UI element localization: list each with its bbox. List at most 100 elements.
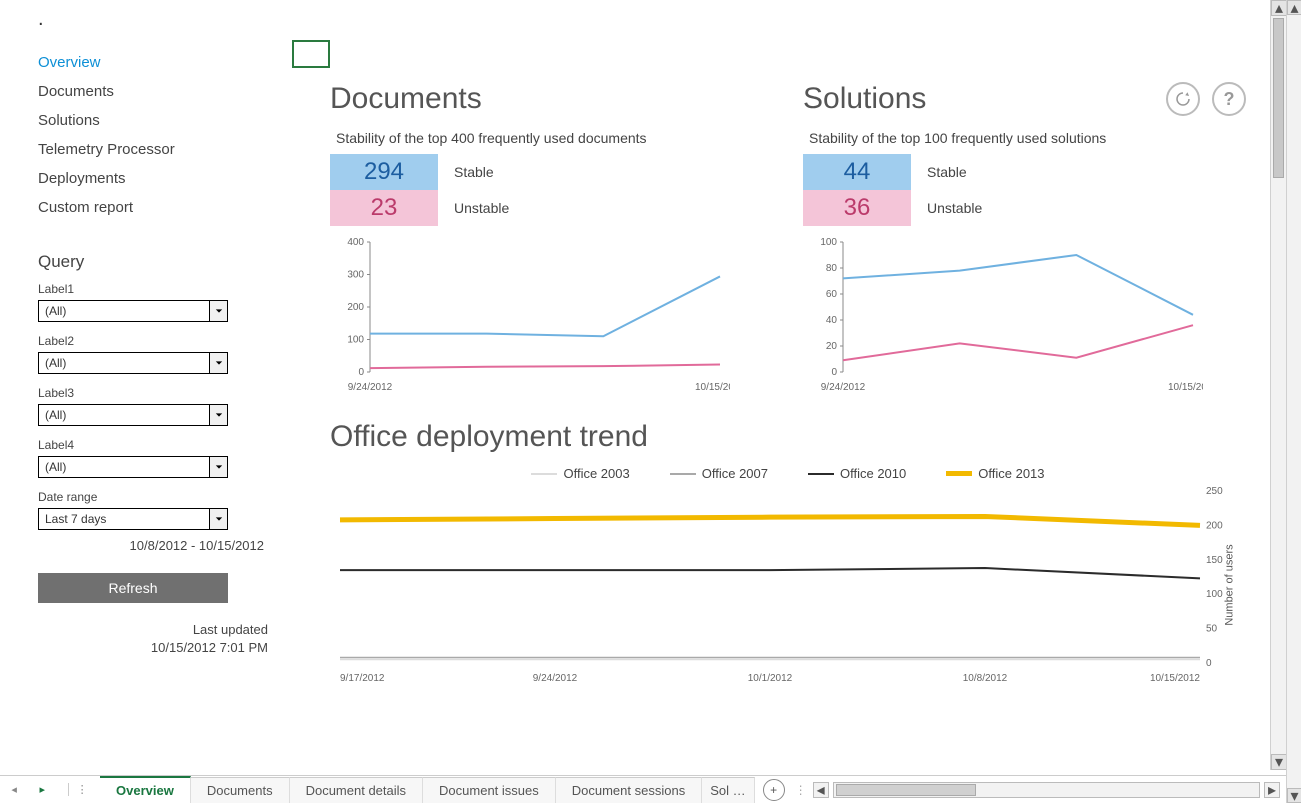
svg-text:9/24/2012: 9/24/2012 (821, 382, 866, 393)
svg-text:200: 200 (1206, 520, 1223, 531)
main-content: Documents Stability of the top 400 frequ… (290, 0, 1286, 770)
label2-label: Label2 (38, 334, 290, 348)
sidebar: . Overview Documents Solutions Telemetry… (0, 0, 290, 770)
svg-text:40: 40 (826, 315, 838, 326)
sheet-tab-bar: ◂ ▸ ⋮ Overview Documents Document detail… (0, 775, 1286, 803)
svg-text:60: 60 (826, 289, 838, 300)
svg-text:10/15/2012: 10/15/2012 (1168, 382, 1203, 393)
svg-text:80: 80 (826, 263, 838, 274)
documents-unstable-count: 23 (330, 190, 438, 226)
documents-chart: 01002003004009/24/201210/15/2012 (330, 234, 730, 394)
tab-documents[interactable]: Documents (191, 777, 290, 803)
solutions-stable-label: Stable (927, 164, 967, 180)
solutions-unstable-label: Unstable (927, 200, 982, 216)
svg-text:300: 300 (347, 270, 364, 281)
svg-text:9/17/2012: 9/17/2012 (340, 673, 385, 684)
nav-solutions[interactable]: Solutions (38, 106, 289, 135)
refresh-button[interactable]: Refresh (38, 573, 228, 603)
svg-text:100: 100 (1206, 589, 1223, 600)
legend-0: Office 2003 (563, 466, 629, 481)
legend-2: Office 2010 (840, 466, 906, 481)
label1-select[interactable]: (All) (38, 300, 228, 322)
date-range-select[interactable]: Last 7 days (38, 508, 228, 530)
trend-chart: 0501001502002509/17/20129/24/201210/1/20… (330, 485, 1240, 685)
label3-label: Label3 (38, 386, 290, 400)
tab-document-sessions[interactable]: Document sessions (556, 777, 702, 803)
label2-value: (All) (39, 356, 209, 370)
svg-text:100: 100 (820, 237, 837, 248)
svg-text:10/15/2012: 10/15/2012 (1150, 673, 1200, 684)
svg-text:200: 200 (347, 302, 364, 313)
date-range-value: Last 7 days (39, 512, 209, 526)
svg-text:20: 20 (826, 341, 838, 352)
documents-title: Documents (330, 82, 773, 116)
tab-document-issues[interactable]: Document issues (423, 777, 556, 803)
legend-3: Office 2013 (978, 466, 1044, 481)
chevron-down-icon (209, 405, 227, 425)
sheet-next-icon[interactable]: ▸ (39, 783, 45, 796)
label4-label: Label4 (38, 438, 290, 452)
solutions-chart: 0204060801009/24/201210/15/2012 (803, 234, 1203, 394)
sheet-separator: ⋮ (795, 783, 807, 803)
documents-subtitle: Stability of the top 400 frequently used… (336, 130, 773, 146)
hscroll-right-icon[interactable]: ▸ (1264, 782, 1280, 798)
hscroll-left-icon[interactable]: ◂ (813, 782, 829, 798)
svg-text:250: 250 (1206, 486, 1223, 497)
sheet-prev-icon[interactable]: ◂ (11, 783, 17, 796)
horizontal-scrollbar[interactable]: ◂ ▸ (813, 776, 1286, 803)
hscroll-thumb[interactable] (836, 784, 976, 796)
trend-section: Office deployment trend Office 2003 Offi… (330, 420, 1246, 685)
win-scroll-up-icon[interactable]: ▴ (1287, 0, 1301, 15)
active-cell[interactable] (292, 40, 330, 68)
hscroll-track[interactable] (833, 782, 1260, 798)
sidebar-spacer: . (38, 0, 289, 28)
trend-ylabel: Number of users (1223, 544, 1235, 625)
solutions-stable-count: 44 (803, 154, 911, 190)
chevron-down-icon (209, 457, 227, 477)
label2-select[interactable]: (All) (38, 352, 228, 374)
refresh-icon-button[interactable] (1166, 82, 1200, 116)
scroll-up-icon[interactable]: ▴ (1271, 0, 1287, 16)
chevron-down-icon (209, 301, 227, 321)
query-title: Query (38, 252, 290, 272)
documents-stable-count: 294 (330, 154, 438, 190)
help-icon-button[interactable]: ? (1212, 82, 1246, 116)
label1-value: (All) (39, 304, 209, 318)
nav-deployments[interactable]: Deployments (38, 164, 289, 193)
documents-stable-label: Stable (454, 164, 494, 180)
documents-unstable-label: Unstable (454, 200, 509, 216)
svg-text:150: 150 (1206, 555, 1223, 566)
new-sheet-button[interactable]: + (763, 779, 785, 801)
label4-select[interactable]: (All) (38, 456, 228, 478)
label4-value: (All) (39, 460, 209, 474)
svg-text:10/15/2012: 10/15/2012 (695, 382, 730, 393)
label3-select[interactable]: (All) (38, 404, 228, 426)
window-vertical-scrollbar[interactable]: ▴ ▾ (1286, 0, 1301, 803)
nav-custom-report[interactable]: Custom report (38, 193, 289, 222)
tab-more[interactable]: Sol … (702, 777, 754, 803)
sheet-menu-icon[interactable]: ⋮ (68, 783, 88, 796)
label3-value: (All) (39, 408, 209, 422)
scroll-down-icon[interactable]: ▾ (1271, 754, 1287, 770)
solutions-subtitle: Stability of the top 100 frequently used… (809, 130, 1246, 146)
nav-documents[interactable]: Documents (38, 77, 289, 106)
svg-text:0: 0 (358, 367, 364, 378)
svg-text:9/24/2012: 9/24/2012 (533, 673, 578, 684)
last-updated: Last updated 10/15/2012 7:01 PM (38, 621, 268, 656)
tab-overview[interactable]: Overview (100, 776, 191, 803)
nav-telemetry-processor[interactable]: Telemetry Processor (38, 135, 289, 164)
label1-label: Label1 (38, 282, 290, 296)
sheet-nav-buttons: ◂ ▸ ⋮ (0, 776, 100, 803)
scroll-thumb[interactable] (1273, 18, 1284, 178)
chevron-down-icon (209, 353, 227, 373)
tab-document-details[interactable]: Document details (290, 777, 423, 803)
solutions-unstable-count: 36 (803, 190, 911, 226)
pane-vertical-scrollbar[interactable]: ▴ ▾ (1270, 0, 1286, 770)
trend-title: Office deployment trend (330, 420, 1246, 454)
nav-overview[interactable]: Overview (38, 48, 289, 77)
date-range-display: 10/8/2012 - 10/15/2012 (38, 538, 268, 553)
last-updated-label: Last updated (193, 622, 268, 637)
last-updated-value: 10/15/2012 7:01 PM (151, 640, 268, 655)
legend-1: Office 2007 (702, 466, 768, 481)
win-scroll-down-icon[interactable]: ▾ (1287, 788, 1301, 803)
